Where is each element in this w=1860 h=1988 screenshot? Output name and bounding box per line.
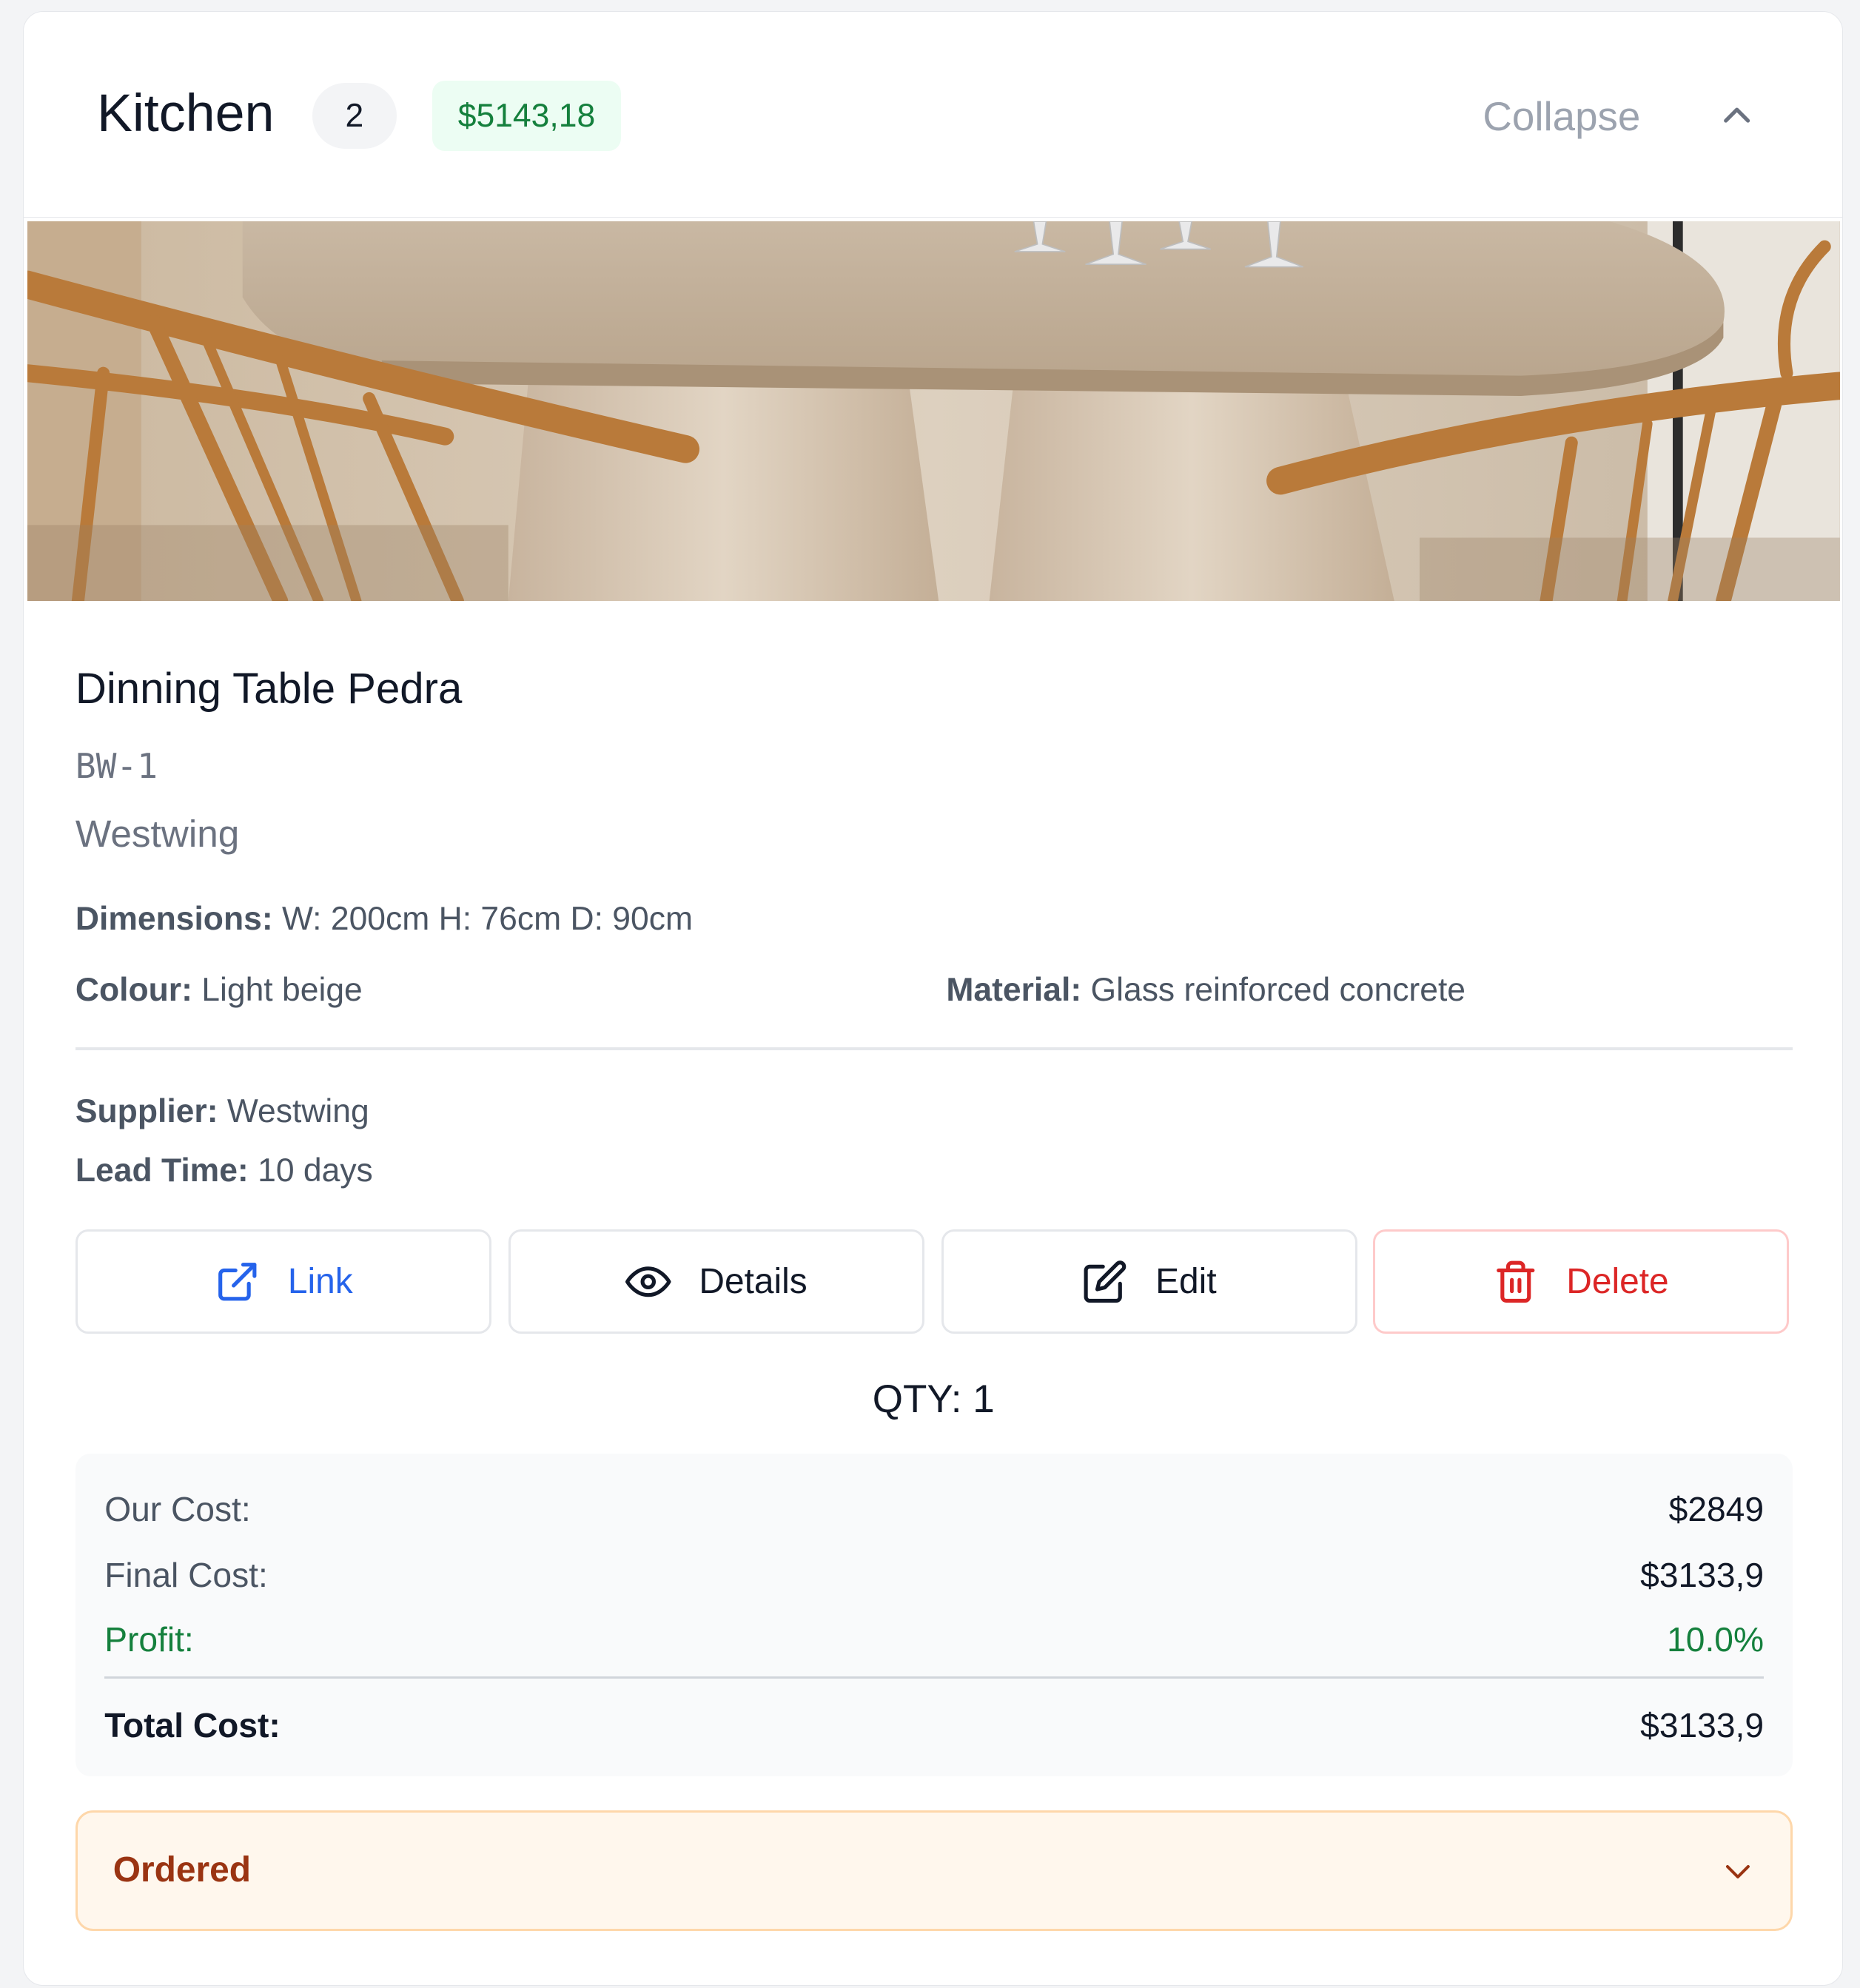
our-cost-value: $2849: [1668, 1489, 1765, 1528]
link-label: Link: [287, 1262, 353, 1301]
lead-time-value: 10 days: [258, 1152, 373, 1189]
total-cost-label: Total Cost:: [104, 1706, 281, 1745]
quantity-label: QTY: 1: [872, 1377, 995, 1421]
cost-divider: [104, 1676, 1764, 1679]
chevron-down-icon: [1725, 1864, 1750, 1878]
colour-value: Light beige: [201, 971, 363, 1008]
room-title: Kitchen: [96, 84, 275, 144]
product-photo: [27, 221, 1840, 601]
our-cost-label: Our Cost:: [104, 1489, 251, 1528]
supplier-label: Supplier:: [75, 1092, 218, 1129]
profit-label: Profit:: [104, 1620, 194, 1659]
collapse-label: Collapse: [1483, 93, 1641, 140]
trash-icon: [1497, 1260, 1535, 1303]
room-header: Kitchen 2 $5143,18 Collapse: [23, 12, 1842, 218]
item-count-badge: 2: [312, 83, 397, 150]
details-button[interactable]: Details: [508, 1229, 925, 1334]
final-cost-label: Final Cost:: [104, 1555, 268, 1594]
chevron-up-icon: [1724, 107, 1750, 123]
delete-label: Delete: [1566, 1262, 1669, 1301]
status-select[interactable]: Ordered: [75, 1810, 1793, 1931]
profit-value: 10.0%: [1667, 1620, 1765, 1659]
lead-time-spec: Lead Time: 10 days: [75, 1152, 373, 1189]
supplier-value: Westwing: [226, 1092, 369, 1129]
colour-label: Colour:: [75, 971, 192, 1008]
spec-divider: [75, 1047, 1793, 1050]
status-value: Ordered: [113, 1850, 251, 1890]
eye-icon: [625, 1266, 671, 1297]
material-spec: Material: Glass reinforced concrete: [946, 972, 1465, 1009]
edit-button[interactable]: Edit: [941, 1229, 1358, 1334]
final-cost-value: $3133,9: [1640, 1555, 1765, 1594]
product-image: [27, 221, 1840, 601]
dimensions-label: Dimensions:: [75, 900, 273, 937]
details-label: Details: [699, 1262, 808, 1301]
total-cost-value: $3133,9: [1640, 1706, 1765, 1745]
link-button[interactable]: Link: [75, 1229, 492, 1334]
collapse-button[interactable]: Collapse: [1466, 81, 1816, 151]
product-sku: BW-1: [75, 746, 158, 787]
material-label: Material:: [946, 971, 1082, 1008]
lead-time-label: Lead Time:: [75, 1152, 249, 1189]
room-card: Kitchen 2 $5143,18 Collapse Dinning Tabl…: [22, 11, 1843, 1986]
colour-spec: Colour: Light beige: [75, 972, 363, 1009]
supplier-spec: Supplier: Westwing: [75, 1093, 369, 1130]
cost-summary: Our Cost: $2849 Final Cost: $3133,9 Prof…: [75, 1454, 1793, 1777]
dimensions-spec: Dimensions: W: 200cm H: 76cm D: 90cm: [75, 901, 693, 938]
edit-label: Edit: [1155, 1262, 1217, 1301]
product-brand: Westwing: [75, 813, 240, 856]
delete-button[interactable]: Delete: [1372, 1229, 1790, 1334]
room-total-badge: $5143,18: [432, 80, 621, 152]
product-name: Dinning Table Pedra: [75, 665, 463, 713]
dimensions-value: W: 200cm H: 76cm D: 90cm: [282, 900, 693, 937]
edit-icon: [1084, 1260, 1127, 1303]
material-value: Glass reinforced concrete: [1090, 971, 1466, 1008]
external-link-icon: [218, 1262, 257, 1301]
